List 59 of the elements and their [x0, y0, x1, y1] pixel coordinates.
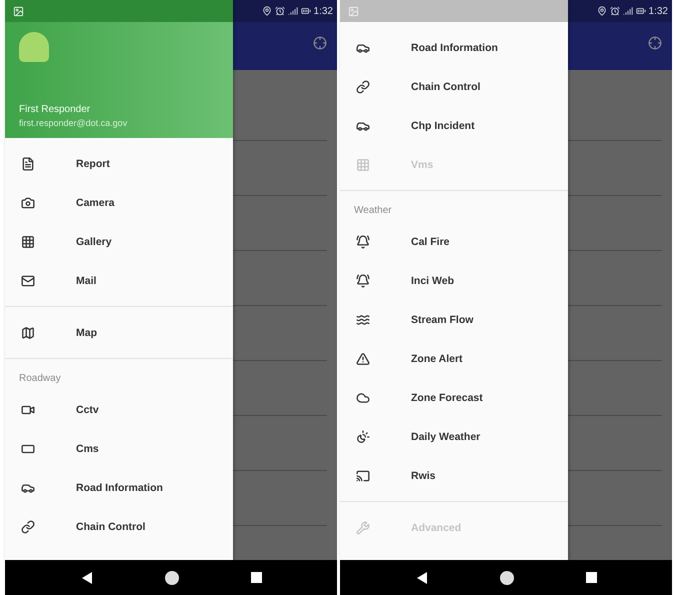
- recents-button[interactable]: [586, 572, 596, 583]
- menu-item[interactable]: Zone Forecast: [340, 378, 568, 417]
- alarm-icon: [274, 6, 285, 16]
- signal-icon: [288, 6, 298, 16]
- user-email: first.responder@dot.ca.gov: [19, 118, 128, 128]
- mail-icon: [21, 274, 35, 288]
- user-name: First Responder: [19, 104, 92, 115]
- section-title: Weather: [353, 204, 393, 218]
- menu-item[interactable]: Chain Control: [340, 67, 568, 106]
- cast-icon: [356, 468, 370, 482]
- document-icon: [21, 156, 35, 170]
- recents-button[interactable]: [250, 572, 262, 583]
- map-icon: [21, 326, 35, 340]
- brightness-icon: [356, 430, 370, 444]
- camera-icon: [21, 196, 35, 210]
- waves-icon: [356, 312, 370, 326]
- cloud-icon: [356, 390, 370, 404]
- grid-icon: [21, 234, 35, 248]
- menu-item[interactable]: Chain Control: [5, 507, 233, 546]
- link-icon: [356, 80, 370, 94]
- link-icon: [21, 520, 35, 534]
- menu-item[interactable]: Camera: [5, 183, 233, 222]
- menu-item[interactable]: Mail: [5, 261, 233, 300]
- signal-icon: [622, 6, 633, 16]
- menu-item[interactable]: Inci Web: [340, 261, 568, 300]
- bell-icon: [356, 274, 370, 288]
- menu-item[interactable]: Daily Weather: [340, 417, 568, 456]
- menu-item[interactable]: Stream Flow: [340, 300, 568, 339]
- clock-time: 1:32: [314, 6, 333, 16]
- image-icon: [13, 6, 24, 16]
- menu-item[interactable]: Cms: [5, 429, 233, 468]
- menu-item[interactable]: Cal Fire: [340, 222, 568, 261]
- back-button[interactable]: [80, 572, 92, 584]
- menu-item[interactable]: Gallery: [5, 222, 233, 261]
- location-icon: [596, 6, 607, 16]
- home-button[interactable]: [498, 570, 514, 586]
- back-button[interactable]: [416, 572, 428, 584]
- menu-item[interactable]: Zone Alert: [340, 339, 568, 378]
- menu-item[interactable]: Report: [5, 144, 233, 183]
- bell-icon: [356, 234, 370, 248]
- menu-item[interactable]: Chp Incident: [340, 106, 568, 145]
- home-button[interactable]: [164, 570, 180, 586]
- location-icon: [262, 6, 272, 16]
- menu-item[interactable]: Road Information: [340, 28, 568, 67]
- battery-icon: [636, 6, 646, 16]
- warning-icon: [356, 352, 370, 366]
- menu-item[interactable]: Road Information: [5, 468, 233, 507]
- section-title: Roadway: [18, 372, 62, 386]
- menu-item[interactable]: Map: [5, 313, 233, 352]
- wrench-icon: [356, 520, 370, 534]
- battery-icon: [300, 6, 311, 16]
- image-icon: [348, 6, 359, 16]
- grid-icon: [356, 158, 370, 172]
- target-icon[interactable]: [648, 36, 662, 50]
- menu-item[interactable]: Cctv: [5, 390, 233, 429]
- clock-time: 1:32: [648, 6, 668, 16]
- menu-item[interactable]: Rwis: [340, 456, 568, 495]
- target-icon[interactable]: [313, 36, 327, 50]
- alarm-icon: [610, 6, 620, 16]
